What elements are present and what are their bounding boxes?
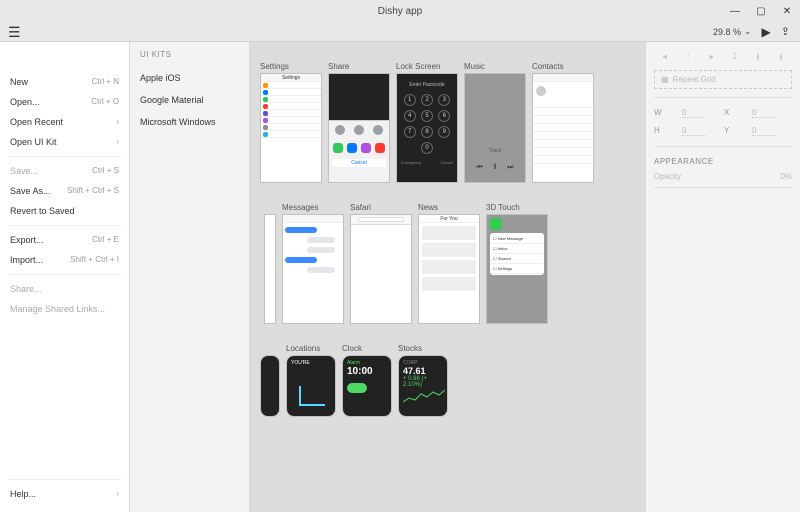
zoom-level[interactable]: 29.8 % ⌄ (713, 26, 752, 37)
menu-item-import-[interactable]: Import...Shift + Ctrl + I (8, 250, 121, 270)
menu-item-share-[interactable]: Share... (8, 279, 121, 299)
align-icon[interactable]: ⫶ (681, 52, 695, 62)
align-icon[interactable]: ⫲ (751, 52, 765, 62)
menu-item-save-[interactable]: Save...Ctrl + S (8, 161, 121, 181)
chevron-down-icon: ⌄ (744, 26, 752, 37)
artboard-3d-touch[interactable]: 3D Touch☐ New Message☐ Inbox☐ Starred☐ S… (486, 203, 548, 324)
menu-item-revert-to-saved[interactable]: Revert to Saved (8, 201, 121, 221)
align-icon[interactable]: ⫳ (774, 52, 788, 62)
width-field[interactable]: 0 (682, 108, 706, 118)
menu-item-new[interactable]: NewCtrl + N (8, 72, 121, 92)
ui-kits-panel: UI KITS Apple iOSGoogle MaterialMicrosof… (130, 42, 250, 512)
artboard-music[interactable]: MusicTrackArtist⏮‖⏭ (464, 62, 526, 183)
menu-item-open-recent[interactable]: Open Recent› (8, 112, 121, 132)
menu-item-open-ui-kit[interactable]: Open UI Kit› (8, 132, 121, 152)
window-minimize[interactable]: — (722, 0, 748, 22)
menu-item-save-as-[interactable]: Save As...Shift + Ctrl + S (8, 181, 121, 201)
window-maximize[interactable]: ▢ (748, 0, 774, 22)
artboard-lock-screen[interactable]: Lock ScreenEnter Passcode1234567890Emerg… (396, 62, 458, 183)
height-field[interactable]: 0 (682, 126, 706, 136)
play-preview-button[interactable]: ▶ (762, 25, 771, 39)
hamburger-menu-icon[interactable]: ☰ (8, 24, 21, 41)
file-menu: NewCtrl + NOpen...Ctrl + OOpen Recent›Op… (0, 42, 130, 512)
inspector-panel: ⫷⫶⫸⫱⫲⫳ ▦ Repeat Grid W0 X0 H0 Y0 APPEARA… (645, 42, 800, 512)
grid-icon: ▦ (661, 75, 669, 84)
align-icon[interactable]: ⫸ (704, 52, 718, 62)
canvas[interactable]: SettingsSettingsShareCancelLock ScreenEn… (250, 42, 645, 512)
artboard-clock[interactable]: ClockAlarm10:00 (342, 344, 392, 417)
appearance-section: APPEARANCE (654, 157, 792, 166)
opacity-value[interactable]: 0% (780, 172, 792, 181)
repeat-grid-button[interactable]: ▦ Repeat Grid (654, 70, 792, 89)
artboard-contacts[interactable]: Contacts (532, 62, 594, 183)
uikit-microsoft-windows[interactable]: Microsoft Windows (140, 111, 239, 133)
artboard-news[interactable]: NewsFor You (418, 203, 480, 324)
menu-item-export-[interactable]: Export...Ctrl + E (8, 230, 121, 250)
menu-item-help[interactable]: Help...› (8, 484, 121, 504)
align-icon[interactable]: ⫱ (728, 52, 742, 62)
artboard-stocks[interactable]: StocksCORP47.61+ 0.98 (+ 2.10%) (398, 344, 448, 417)
window-close[interactable]: ✕ (774, 0, 800, 22)
uikits-header: UI KITS (140, 50, 239, 59)
align-icon[interactable]: ⫷ (658, 52, 672, 62)
menu-item-manage-shared-links-[interactable]: Manage Shared Links... (8, 299, 121, 319)
artboard-messages[interactable]: Messages (282, 203, 344, 324)
share-button[interactable]: ⇪ (781, 25, 790, 38)
artboard-locations[interactable]: LocationsYOU'RE (286, 344, 336, 417)
artboard-safari[interactable]: Safari (350, 203, 412, 324)
artboard-settings[interactable]: SettingsSettings (260, 62, 322, 183)
uikit-google-material[interactable]: Google Material (140, 89, 239, 111)
uikit-apple-ios[interactable]: Apple iOS (140, 67, 239, 89)
menu-item-open-[interactable]: Open...Ctrl + O (8, 92, 121, 112)
x-field[interactable]: 0 (752, 108, 776, 118)
y-field[interactable]: 0 (752, 126, 776, 136)
artboard-share[interactable]: ShareCancel (328, 62, 390, 183)
app-title: Dishy app (378, 6, 422, 17)
